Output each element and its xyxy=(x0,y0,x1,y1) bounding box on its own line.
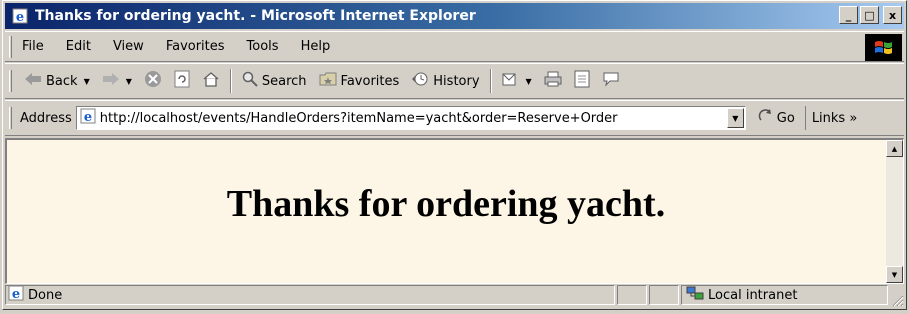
scroll-up-button[interactable]: ▲ xyxy=(886,140,903,157)
triangle-down-icon: ▼ xyxy=(891,270,898,279)
resize-grip-icon[interactable] xyxy=(890,293,904,307)
menubar-grip[interactable] xyxy=(9,35,12,58)
internet-explorer-icon: e xyxy=(11,7,29,25)
page-done-icon: e xyxy=(8,285,24,305)
address-input[interactable]: e http://localhost/events/HandleOrders?i… xyxy=(75,106,746,130)
printer-icon xyxy=(544,71,562,91)
favorites-button[interactable]: Favorites xyxy=(313,72,406,90)
svg-text:e: e xyxy=(12,287,20,301)
mail-icon xyxy=(502,71,520,91)
search-button[interactable]: Search xyxy=(236,71,313,91)
intranet-zone-icon xyxy=(686,285,704,305)
menu-view[interactable]: View xyxy=(102,39,155,54)
address-url[interactable]: http://localhost/events/HandleOrders?ite… xyxy=(100,111,618,126)
edit-page-icon xyxy=(574,70,590,92)
page-content: Thanks for ordering yacht. ▲ ▼ xyxy=(5,138,904,284)
edit-button[interactable] xyxy=(568,70,596,92)
discuss-button[interactable] xyxy=(596,71,626,91)
page-icon: e xyxy=(80,108,96,128)
stop-icon xyxy=(144,70,162,92)
home-icon xyxy=(202,71,220,91)
back-label: Back xyxy=(46,73,78,89)
go-arrow-icon xyxy=(758,108,774,128)
minimize-icon: _ xyxy=(845,8,852,22)
links-label: Links » xyxy=(811,110,858,126)
forward-arrow-icon xyxy=(102,72,120,90)
address-dropdown-button[interactable]: ▼ xyxy=(726,108,744,128)
history-label: History xyxy=(433,73,480,89)
page-heading: Thanks for ordering yacht. xyxy=(226,183,666,225)
toolbar-separator xyxy=(489,69,492,93)
svg-text:e: e xyxy=(84,110,92,124)
toolbar-separator xyxy=(229,69,232,93)
menu-bar: File Edit View Favorites Tools Help xyxy=(5,31,904,62)
forward-dropdown-icon[interactable]: ▼ xyxy=(126,77,132,86)
status-zone-pane[interactable]: Local intranet xyxy=(681,285,888,305)
mail-button[interactable]: ▼ xyxy=(496,71,538,91)
zone-label: Local intranet xyxy=(708,287,798,303)
toolbar-grip[interactable] xyxy=(9,70,12,92)
menu-edit[interactable]: Edit xyxy=(55,39,102,54)
vertical-scrollbar[interactable]: ▲ ▼ xyxy=(886,140,903,283)
triangle-up-icon: ▲ xyxy=(891,144,898,153)
chevron-down-icon: ▼ xyxy=(732,113,739,123)
status-text: Done xyxy=(28,287,63,303)
close-icon: x xyxy=(888,8,897,22)
go-button[interactable]: Go xyxy=(758,108,795,128)
maximize-icon: □ xyxy=(864,8,875,22)
status-main-pane: e Done xyxy=(5,285,615,305)
back-dropdown-icon[interactable]: ▼ xyxy=(84,77,90,86)
forward-button[interactable]: ▼ xyxy=(96,72,138,90)
scroll-down-button[interactable]: ▼ xyxy=(886,266,903,283)
back-arrow-icon xyxy=(24,72,42,90)
windows-logo-icon xyxy=(865,34,902,61)
search-label: Search xyxy=(261,73,307,89)
favorites-folder-icon xyxy=(319,72,337,90)
window-controls: _ □ x xyxy=(839,6,902,24)
links-button[interactable]: Links » xyxy=(804,106,858,130)
address-label: Address xyxy=(20,110,72,126)
menu-file[interactable]: File xyxy=(18,39,55,54)
svg-text:e: e xyxy=(16,10,24,24)
refresh-button[interactable] xyxy=(168,70,196,92)
back-button[interactable]: Back ▼ xyxy=(18,72,96,90)
go-label: Go xyxy=(776,110,795,126)
history-icon xyxy=(411,71,429,91)
home-button[interactable] xyxy=(196,71,226,91)
favorites-label: Favorites xyxy=(340,73,400,89)
title-bar[interactable]: e Thanks for ordering yacht. - Microsoft… xyxy=(5,3,904,29)
maximize-button[interactable]: □ xyxy=(860,6,879,24)
close-button[interactable]: x xyxy=(883,6,902,24)
refresh-icon xyxy=(174,70,190,92)
addressbar-grip[interactable] xyxy=(9,107,12,129)
minimize-button[interactable]: _ xyxy=(839,6,858,24)
status-bar: e Done Local intranet xyxy=(5,283,904,307)
mail-dropdown-icon[interactable]: ▼ xyxy=(526,77,532,86)
menu-help[interactable]: Help xyxy=(290,39,342,54)
window-title: Thanks for ordering yacht. - Microsoft I… xyxy=(35,8,476,24)
menu-tools[interactable]: Tools xyxy=(236,39,290,54)
print-button[interactable] xyxy=(538,71,568,91)
stop-button[interactable] xyxy=(138,70,168,92)
menu-favorites[interactable]: Favorites xyxy=(155,39,236,54)
standard-toolbar: Back ▼ ▼ Search Favorites History ▼ xyxy=(5,63,904,99)
browser-window: e Thanks for ordering yacht. - Microsoft… xyxy=(2,0,907,310)
discuss-icon xyxy=(602,71,620,91)
status-pane-secure xyxy=(649,285,679,305)
address-bar: Address e http://localhost/events/Handle… xyxy=(5,100,904,136)
search-icon xyxy=(242,71,258,91)
history-button[interactable]: History xyxy=(405,71,485,91)
status-pane-progress xyxy=(617,285,647,305)
